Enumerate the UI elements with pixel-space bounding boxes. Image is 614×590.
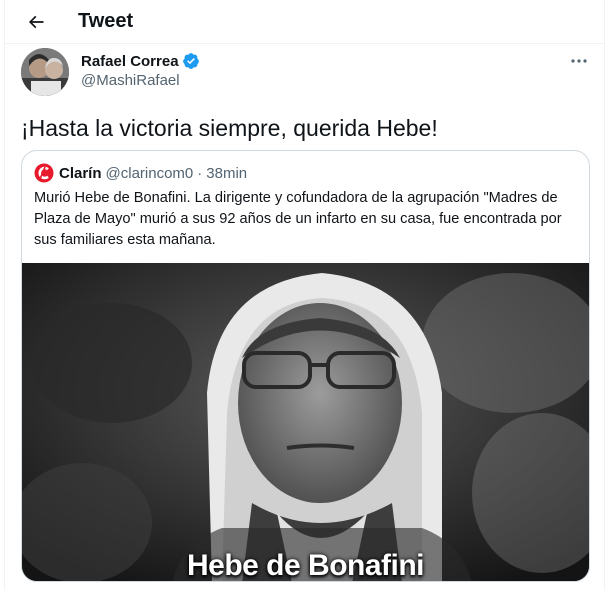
arrow-left-icon	[28, 15, 44, 29]
quoted-author-name: Clarín	[59, 164, 102, 182]
avatar-photo	[21, 48, 69, 96]
quoted-tweet[interactable]: Clarín @clarincom0 · 38min Murió Hebe de…	[21, 150, 590, 582]
quoted-tweet-image[interactable]: Hebe de Bonafini	[22, 263, 589, 582]
author-row: Rafael Correa @MashiRafael	[5, 44, 604, 100]
quoted-tweet-header: Clarín @clarincom0 · 38min	[34, 163, 247, 183]
back-button[interactable]	[21, 8, 51, 36]
more-dots-icon	[571, 59, 587, 63]
author-name[interactable]: Rafael Correa	[81, 52, 200, 70]
quoted-author-handle: @clarincom0	[105, 164, 194, 182]
header-bar: Tweet	[5, 0, 604, 44]
tweet-page: Tweet Rafael Correa @MashiRafael ¡Hasta …	[4, 0, 605, 590]
page-title: Tweet	[78, 10, 134, 32]
author-handle[interactable]: @MashiRafael	[81, 72, 180, 89]
image-caption: Hebe de Bonafini	[186, 549, 425, 582]
quoted-tweet-text: Murió Hebe de Bonafini. La dirigente y c…	[34, 190, 562, 248]
tweet-text: ¡Hasta la victoria siempre, querida Hebe…	[21, 115, 438, 141]
author-name-text: Rafael Correa	[81, 52, 179, 70]
portrait-photo	[22, 263, 589, 581]
avatar[interactable]	[21, 48, 69, 96]
quoted-timestamp[interactable]: 38min	[206, 165, 247, 182]
more-options-button[interactable]	[564, 48, 594, 74]
clarin-logo-icon	[34, 163, 54, 183]
separator-dot: ·	[197, 164, 203, 182]
verified-badge-icon	[182, 52, 200, 70]
